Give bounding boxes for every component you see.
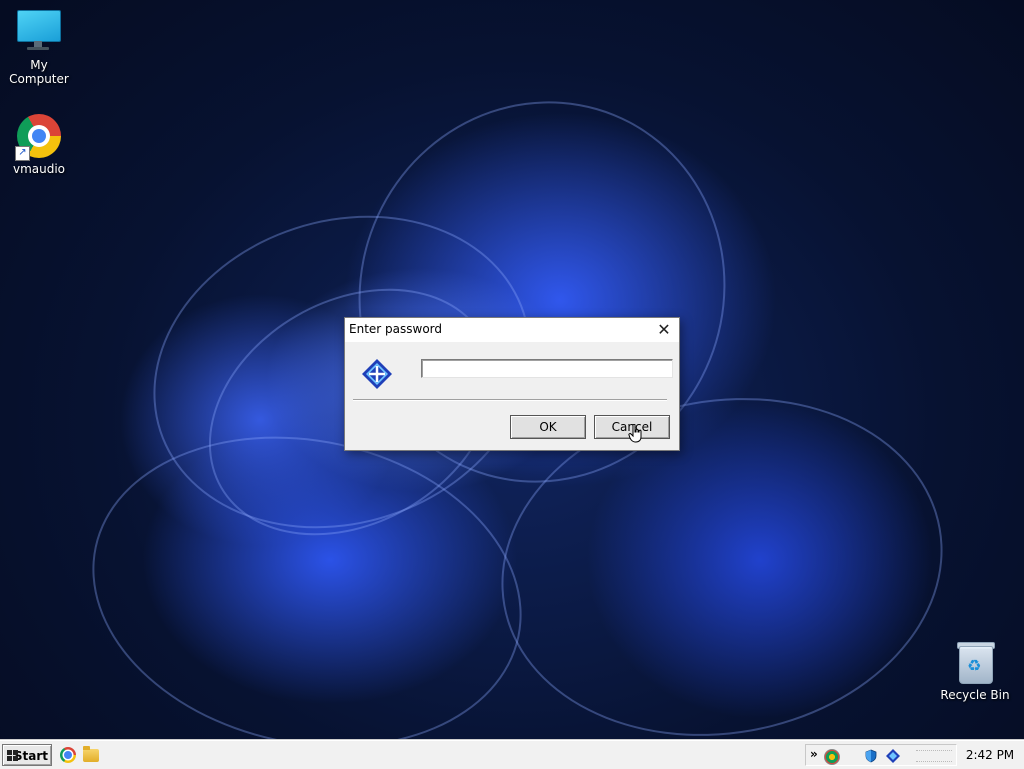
close-icon: ✕ — [657, 320, 671, 339]
desktop-icon-recycle-bin[interactable]: ♻ Recycle Bin — [935, 640, 1015, 702]
system-tray: » — [805, 744, 957, 766]
desktop[interactable]: My Computer ↗ vmaudio ♻ Recycle Bin Ente… — [0, 0, 1024, 740]
desktop-icon-vmaudio[interactable]: ↗ vmaudio — [0, 114, 79, 176]
mouse-cursor-icon — [628, 424, 642, 443]
app-tray-icon[interactable] — [886, 749, 900, 763]
shield-icon[interactable] — [864, 749, 878, 763]
chrome-icon[interactable] — [60, 747, 76, 763]
dialog-titlebar[interactable]: Enter password ✕ — [345, 318, 679, 342]
chrome-icon: ↗ — [15, 114, 61, 161]
wallpaper-bloom-contour — [301, 45, 783, 539]
tray-expand-button[interactable]: » — [810, 747, 818, 761]
desktop-icon-my-computer[interactable]: My Computer — [0, 10, 79, 86]
start-button[interactable]: Start — [2, 744, 52, 766]
password-input[interactable] — [421, 359, 673, 378]
dialog-divider — [353, 399, 667, 401]
tray-placeholder — [916, 750, 952, 762]
close-button[interactable]: ✕ — [649, 318, 679, 342]
desktop-icon-label: My Computer — [9, 58, 69, 86]
network-icon[interactable] — [824, 749, 840, 765]
taskbar: Start » 2:42 PM — [0, 740, 1024, 769]
monitor-icon — [17, 10, 61, 54]
app-logo-icon — [362, 359, 392, 389]
desktop-icon-label: Recycle Bin — [940, 688, 1010, 702]
folder-icon[interactable] — [83, 746, 99, 762]
shortcut-arrow-icon: ↗ — [15, 146, 30, 161]
recycle-bin-icon: ♻ — [957, 640, 995, 684]
dialog-title: Enter password — [349, 322, 442, 336]
desktop-icon-label: vmaudio — [12, 162, 66, 176]
start-logo-icon — [7, 750, 18, 761]
taskbar-clock[interactable]: 2:42 PM — [960, 744, 1020, 766]
ok-button[interactable]: OK — [510, 415, 586, 439]
